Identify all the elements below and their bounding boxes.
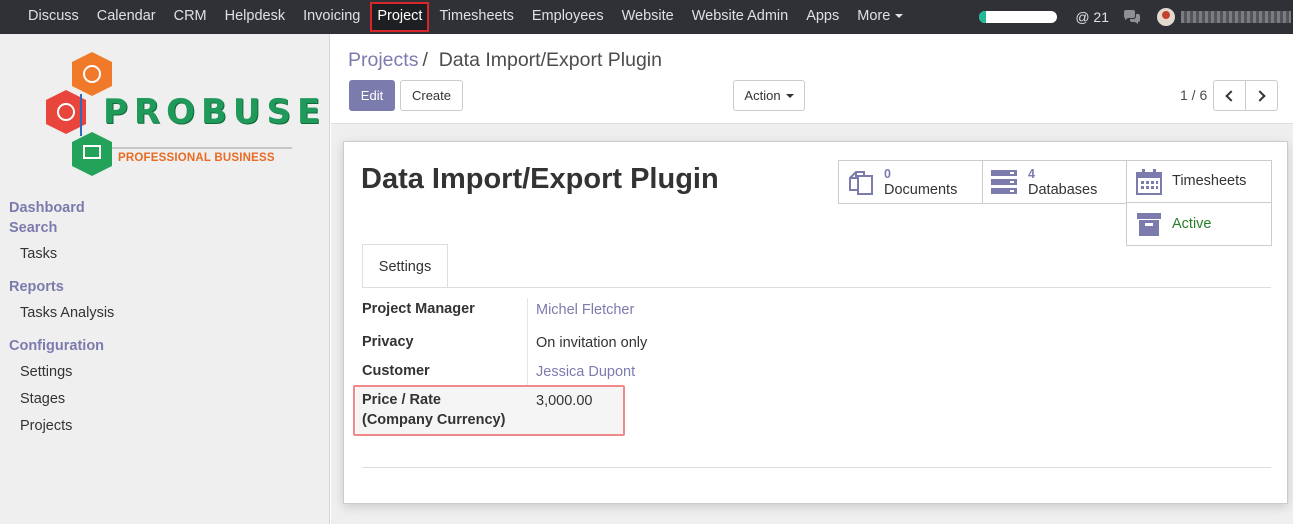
action-dropdown[interactable]: Action bbox=[733, 80, 805, 111]
top-navbar: Discuss Calendar CRM Helpdesk Invoicing … bbox=[0, 0, 1293, 34]
company-logo: PROBUSE PROFESSIONAL BUSINESS bbox=[40, 50, 320, 180]
menu-website-admin[interactable]: Website Admin bbox=[683, 0, 797, 34]
progress-bar[interactable] bbox=[979, 11, 1058, 23]
privacy-value: On invitation only bbox=[536, 335, 648, 351]
menu-project[interactable]: Project bbox=[370, 2, 430, 32]
documents-button[interactable]: 0 Documents bbox=[838, 160, 983, 204]
sidebar-section-dashboard[interactable]: Dashboard bbox=[9, 200, 85, 216]
caret-down-icon bbox=[895, 14, 904, 19]
menu-website[interactable]: Website bbox=[613, 0, 683, 34]
timesheets-button[interactable]: Timesheets bbox=[1126, 160, 1272, 203]
sidebar-item-tasks[interactable]: Tasks bbox=[20, 246, 57, 262]
menu-helpdesk[interactable]: Helpdesk bbox=[216, 0, 294, 34]
databases-button[interactable]: 4 Databases bbox=[982, 160, 1127, 204]
active-toggle-button[interactable]: Active bbox=[1126, 202, 1272, 246]
breadcrumb-projects[interactable]: Projects bbox=[348, 49, 418, 71]
databases-count: 4 bbox=[1028, 167, 1035, 181]
pager-previous-button[interactable] bbox=[1213, 80, 1246, 111]
calendar-icon bbox=[1136, 169, 1162, 195]
edit-button[interactable]: Edit bbox=[349, 80, 395, 111]
sidebar-item-projects[interactable]: Projects bbox=[20, 418, 72, 434]
systray: @ 21 bbox=[979, 0, 1293, 34]
customer-value[interactable]: Jessica Dupont bbox=[536, 364, 635, 380]
tab-settings[interactable]: Settings bbox=[362, 244, 448, 288]
chat-icon[interactable] bbox=[1123, 10, 1141, 24]
highlight-annotation bbox=[353, 385, 625, 436]
breadcrumb-separator: / bbox=[422, 49, 428, 71]
sidebar-item-tasks-analysis[interactable]: Tasks Analysis bbox=[20, 305, 114, 321]
breadcrumb-current: Data Import/Export Plugin bbox=[438, 49, 662, 71]
server-icon bbox=[991, 170, 1017, 194]
menu-more-label: More bbox=[857, 8, 891, 24]
pager-next-button[interactable] bbox=[1245, 80, 1278, 111]
menu-timesheets[interactable]: Timesheets bbox=[430, 0, 522, 34]
chevron-left-icon bbox=[1225, 89, 1237, 102]
sidebar-section-configuration[interactable]: Configuration bbox=[9, 338, 104, 354]
sidebar-section-reports[interactable]: Reports bbox=[9, 279, 64, 295]
mentions-counter[interactable]: @ 21 bbox=[1075, 9, 1109, 25]
project-manager-value[interactable]: Michel Fletcher bbox=[536, 302, 634, 318]
customer-label: Customer bbox=[362, 363, 430, 379]
chevron-right-icon bbox=[1254, 89, 1266, 102]
form-bottom-separator bbox=[362, 467, 1271, 468]
app-menu: Discuss Calendar CRM Helpdesk Invoicing … bbox=[0, 0, 912, 34]
menu-more[interactable]: More bbox=[848, 0, 912, 34]
documents-icon bbox=[849, 171, 873, 195]
create-button[interactable]: Create bbox=[400, 80, 463, 111]
caret-down-icon bbox=[785, 93, 794, 98]
databases-label: Databases bbox=[1028, 182, 1098, 198]
sidebar-section-search[interactable]: Search bbox=[9, 220, 57, 236]
logo-wordmark: PROBUSE bbox=[103, 92, 327, 132]
project-manager-label: Project Manager bbox=[362, 301, 475, 317]
logo-tagline: PROFESSIONAL BUSINESS bbox=[118, 152, 275, 164]
documents-count: 0 bbox=[884, 167, 891, 181]
active-label: Active bbox=[1172, 216, 1212, 232]
menu-invoicing[interactable]: Invoicing bbox=[294, 0, 369, 34]
action-dropdown-label: Action bbox=[744, 88, 781, 103]
archive-icon bbox=[1137, 213, 1161, 236]
menu-crm[interactable]: CRM bbox=[165, 0, 216, 34]
progress-fill bbox=[979, 11, 986, 23]
user-avatar[interactable] bbox=[1157, 8, 1175, 26]
privacy-label: Privacy bbox=[362, 334, 414, 350]
documents-label: Documents bbox=[884, 182, 958, 198]
menu-apps[interactable]: Apps bbox=[797, 0, 848, 34]
menu-calendar[interactable]: Calendar bbox=[88, 0, 165, 34]
sidebar-item-stages[interactable]: Stages bbox=[20, 391, 65, 407]
breadcrumb: Projects / Data Import/Export Plugin bbox=[348, 49, 662, 72]
pager-value[interactable]: 1 / 6 bbox=[1180, 87, 1207, 103]
timesheets-label: Timesheets bbox=[1172, 173, 1247, 189]
sidebar-item-settings[interactable]: Settings bbox=[20, 364, 72, 380]
menu-employees[interactable]: Employees bbox=[523, 0, 613, 34]
tab-underline bbox=[362, 287, 1271, 288]
record-title: Data Import/Export Plugin bbox=[361, 163, 719, 195]
username-blurred[interactable] bbox=[1181, 11, 1291, 23]
logo-divider bbox=[112, 147, 292, 149]
menu-discuss[interactable]: Discuss bbox=[19, 0, 88, 34]
